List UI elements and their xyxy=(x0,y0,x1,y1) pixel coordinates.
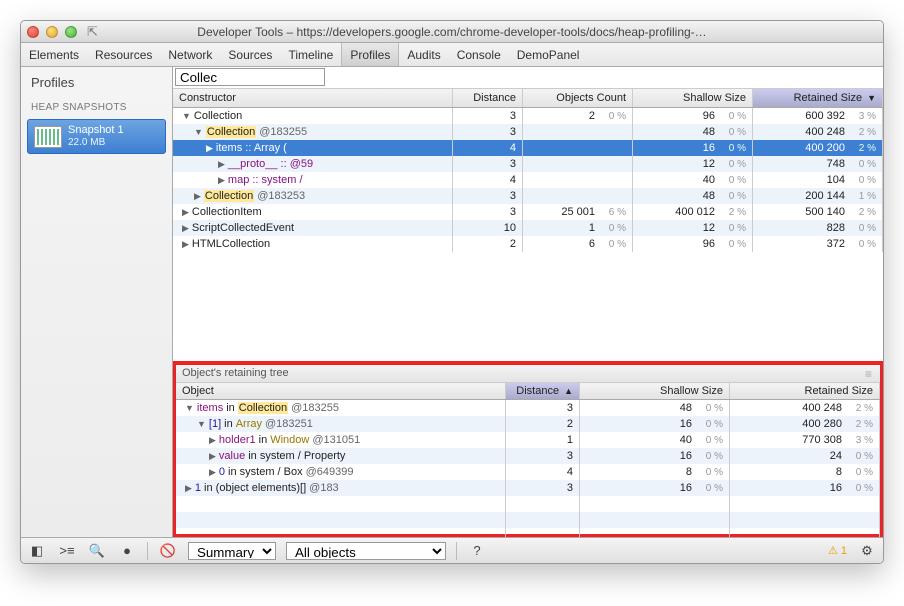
tab-timeline[interactable]: Timeline xyxy=(280,43,341,66)
table-row[interactable]: ▼ [1] in Array @1832512160 %400 2802 % xyxy=(176,416,880,432)
main: Constructor Distance Objects Count Shall… xyxy=(173,67,883,537)
col-retained[interactable]: Retained Size xyxy=(730,383,880,399)
sidebar: Profiles HEAP SNAPSHOTS Snapshot 1 22.0 … xyxy=(21,67,173,537)
table-row[interactable]: ▶ ScriptCollectedEvent1010 %120 %8280 % xyxy=(173,220,883,236)
zoom-icon[interactable] xyxy=(65,26,77,38)
col-constructor[interactable]: Constructor xyxy=(173,89,453,107)
snapshot-icon xyxy=(34,126,62,148)
table-row[interactable]: ▶ holder1 in Window @1310511400 %770 308… xyxy=(176,432,880,448)
snapshot-item[interactable]: Snapshot 1 22.0 MB xyxy=(27,119,166,154)
tab-network[interactable]: Network xyxy=(160,43,220,66)
constructors-grid: Constructor Distance Objects Count Shall… xyxy=(173,89,883,361)
sort-asc-icon: ▲ xyxy=(564,386,573,396)
col-retained[interactable]: Retained Size▼ xyxy=(753,89,883,107)
tab-elements[interactable]: Elements xyxy=(21,43,87,66)
col-distance[interactable]: Distance▲ xyxy=(506,383,580,399)
sort-desc-icon: ▼ xyxy=(867,93,876,103)
sidebar-section: HEAP SNAPSHOTS xyxy=(21,98,172,117)
devtools-window: Developer Tools – https://developers.goo… xyxy=(20,20,884,564)
tab-console[interactable]: Console xyxy=(449,43,509,66)
clear-icon[interactable]: 🚫 xyxy=(158,542,178,560)
window-title: Developer Tools – https://developers.goo… xyxy=(21,25,883,39)
table-row[interactable]: ▶ 0 in system / Box @649399480 %80 % xyxy=(176,464,880,480)
dock-icon[interactable]: ◧ xyxy=(27,542,47,560)
content: Profiles HEAP SNAPSHOTS Snapshot 1 22.0 … xyxy=(21,67,883,537)
tab-audits[interactable]: Audits xyxy=(399,43,448,66)
table-row[interactable]: ▶ 1 in (object elements)[] @1833160 %160… xyxy=(176,480,880,496)
col-count[interactable]: Objects Count xyxy=(523,89,633,107)
close-icon[interactable] xyxy=(27,26,39,38)
record-icon[interactable]: ● xyxy=(117,542,137,560)
grid-body[interactable]: ▼ Collection320 %960 %600 3923 %▼ Collec… xyxy=(173,108,883,361)
traffic-lights xyxy=(27,26,77,38)
warning-badge[interactable]: ⚠ 1 xyxy=(828,544,847,557)
table-row[interactable]: ▶ HTMLCollection260 %960 %3720 % xyxy=(173,236,883,252)
filter-row xyxy=(173,67,883,89)
col-distance[interactable]: Distance xyxy=(453,89,523,107)
tabbar: ElementsResourcesNetworkSourcesTimelineP… xyxy=(21,43,883,67)
help-icon[interactable]: ? xyxy=(467,542,487,560)
search-icon[interactable]: 🔍 xyxy=(87,542,107,560)
snapshot-size: 22.0 MB xyxy=(68,137,124,149)
table-row[interactable]: ▼ items in Collection @1832553480 %400 2… xyxy=(176,400,880,416)
class-filter-input[interactable] xyxy=(175,68,325,86)
table-row[interactable]: ▶ __proto__ :: @593120 %7480 % xyxy=(173,156,883,172)
retaining-tree-pane: Object's retaining tree≡ Object Distance… xyxy=(173,361,883,537)
fullscreen-icon[interactable]: ⇱ xyxy=(83,24,102,40)
tab-resources[interactable]: Resources xyxy=(87,43,160,66)
filter-select[interactable]: All objects xyxy=(286,542,446,560)
table-row[interactable]: ▶ CollectionItem325 0016 %400 0122 %500 … xyxy=(173,204,883,220)
table-row[interactable]: ▼ Collection @1832553480 %400 2482 % xyxy=(173,124,883,140)
retain-header: Object Distance▲ Shallow Size Retained S… xyxy=(176,383,880,400)
console-icon[interactable]: >≡ xyxy=(57,542,77,560)
tab-sources[interactable]: Sources xyxy=(220,43,280,66)
table-row[interactable]: ▼ Collection320 %960 %600 3923 % xyxy=(173,108,883,124)
retaining-title: Object's retaining tree≡ xyxy=(176,365,880,383)
col-shallow[interactable]: Shallow Size xyxy=(633,89,753,107)
table-row[interactable]: ▶ Collection @1832533480 %200 1441 % xyxy=(173,188,883,204)
footer: ◧ >≡ 🔍 ● 🚫 Summary All objects ? ⚠ 1 ⚙ xyxy=(21,537,883,563)
tab-profiles[interactable]: Profiles xyxy=(341,43,399,66)
pane-menu-icon[interactable]: ≡ xyxy=(865,367,874,380)
table-row[interactable]: ▶ map :: system /4400 %1040 % xyxy=(173,172,883,188)
minimize-icon[interactable] xyxy=(46,26,58,38)
table-row[interactable]: ▶ items :: Array (4160 %400 2002 % xyxy=(173,140,883,156)
col-shallow[interactable]: Shallow Size xyxy=(580,383,730,399)
grid-header: Constructor Distance Objects Count Shall… xyxy=(173,89,883,108)
retain-body[interactable]: ▼ items in Collection @1832553480 %400 2… xyxy=(176,400,880,537)
titlebar[interactable]: Developer Tools – https://developers.goo… xyxy=(21,21,883,43)
table-row[interactable]: ▶ value in system / Property3160 %240 % xyxy=(176,448,880,464)
settings-icon[interactable]: ⚙ xyxy=(857,542,877,560)
sidebar-title: Profiles xyxy=(21,67,172,98)
snapshot-name: Snapshot 1 xyxy=(68,124,124,137)
col-object[interactable]: Object xyxy=(176,383,506,399)
tab-demopanel[interactable]: DemoPanel xyxy=(509,43,588,66)
view-select[interactable]: Summary xyxy=(188,542,276,560)
